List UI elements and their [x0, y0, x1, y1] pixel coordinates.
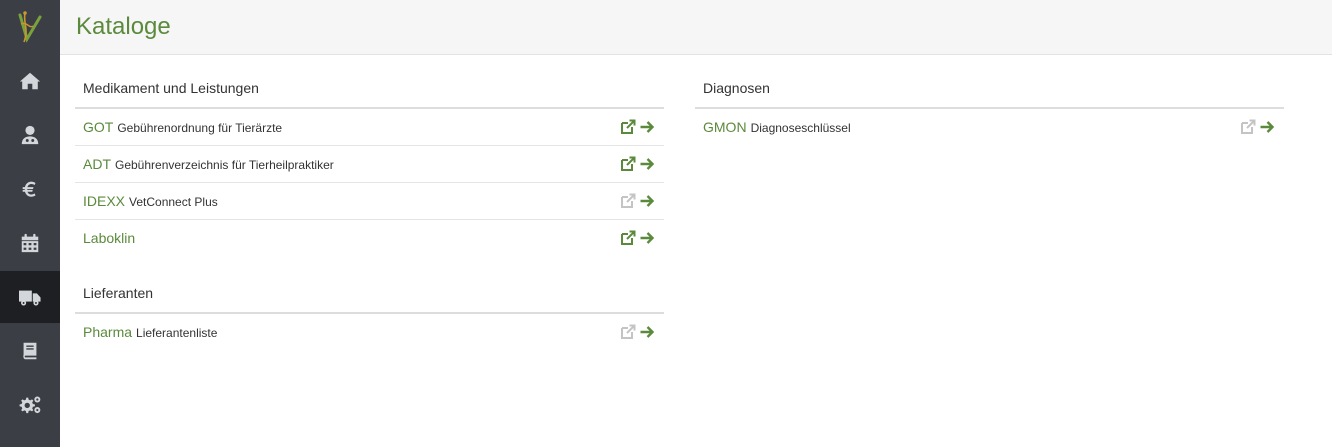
calendar-icon	[21, 233, 39, 253]
catalog-row-gmon[interactable]: GMON Diagnoseschlüssel	[695, 109, 1284, 146]
row-actions	[620, 119, 656, 135]
catalog-description: Gebührenordnung für Tierärzte	[117, 121, 283, 135]
sidebar-item-catalogs[interactable]	[0, 271, 60, 323]
external-link-icon[interactable]	[620, 119, 637, 135]
catalog-code[interactable]: Laboklin	[83, 230, 135, 246]
catalog-description: Diagnoseschlüssel	[750, 121, 851, 135]
external-link-icon	[620, 324, 637, 340]
row-actions	[620, 156, 656, 172]
arrow-right-icon[interactable]	[1259, 119, 1276, 135]
arrow-right-icon[interactable]	[639, 193, 656, 209]
arrow-right-icon[interactable]	[639, 324, 656, 340]
row-actions	[1240, 119, 1276, 135]
section-title: Medikament und Leistungen	[75, 71, 664, 109]
external-link-icon	[1240, 119, 1257, 135]
row-actions	[620, 230, 656, 246]
catalog-description: Gebührenverzeichnis für Tierheilpraktike…	[115, 158, 334, 172]
catalog-code[interactable]: Pharma	[83, 324, 132, 340]
external-link-icon[interactable]	[620, 230, 637, 246]
section-title: Lieferanten	[75, 276, 664, 314]
external-link-icon[interactable]	[620, 156, 637, 172]
sidebar-item-calendar[interactable]	[0, 217, 60, 269]
sidebar-item-home[interactable]	[0, 55, 60, 107]
catalog-code[interactable]: GOT	[83, 119, 113, 135]
catalog-row-pharma[interactable]: Pharma Lieferantenliste	[75, 314, 664, 351]
catalog-row-adt[interactable]: ADT Gebührenverzeichnis für Tierheilprakt…	[75, 146, 664, 183]
book-icon	[23, 342, 37, 360]
catalog-row-got[interactable]: GOT Gebührenordnung für Tierärzte	[75, 109, 664, 146]
gears-icon	[19, 396, 41, 414]
sidebar-item-documents[interactable]	[0, 325, 60, 377]
home-icon	[19, 72, 41, 90]
section-medikament: Medikament und Leistungen GOT Gebührenord…	[75, 71, 664, 257]
header-bar: Kataloge	[60, 0, 1332, 55]
sidebar-item-patients[interactable]	[0, 109, 60, 161]
catalog-row-idexx[interactable]: IDEXX VetConnect Plus	[75, 183, 664, 220]
arrow-right-icon[interactable]	[639, 230, 656, 246]
euro-icon	[22, 181, 36, 197]
user-doctor-icon	[21, 125, 39, 145]
sidebar-item-settings[interactable]	[0, 379, 60, 431]
row-actions	[620, 193, 656, 209]
arrow-right-icon[interactable]	[639, 119, 656, 135]
section-title: Diagnosen	[695, 71, 1284, 109]
catalog-code[interactable]: IDEXX	[83, 193, 125, 209]
app-root: Kataloge Medikament und Leistungen GOT Ge…	[0, 0, 1332, 447]
catalog-row-laboklin[interactable]: Laboklin	[75, 220, 664, 257]
catalog-description: Lieferantenliste	[136, 326, 218, 340]
section-lieferanten: Lieferanten Pharma Lieferantenliste	[75, 276, 664, 351]
row-actions	[620, 324, 656, 340]
sidebar-item-billing[interactable]	[0, 163, 60, 215]
external-link-icon	[620, 193, 637, 209]
catalog-description: VetConnect Plus	[129, 195, 218, 209]
logo-icon	[18, 11, 42, 43]
catalog-code[interactable]: ADT	[83, 156, 111, 172]
catalog-code[interactable]: GMON	[703, 119, 747, 135]
section-diagnosen: Diagnosen GMON Diagnoseschlüssel	[695, 71, 1284, 146]
app-logo[interactable]	[0, 0, 60, 54]
page-title: Kataloge	[76, 13, 171, 40]
arrow-right-icon[interactable]	[639, 156, 656, 172]
sidebar	[0, 0, 60, 447]
truck-icon	[19, 290, 41, 306]
